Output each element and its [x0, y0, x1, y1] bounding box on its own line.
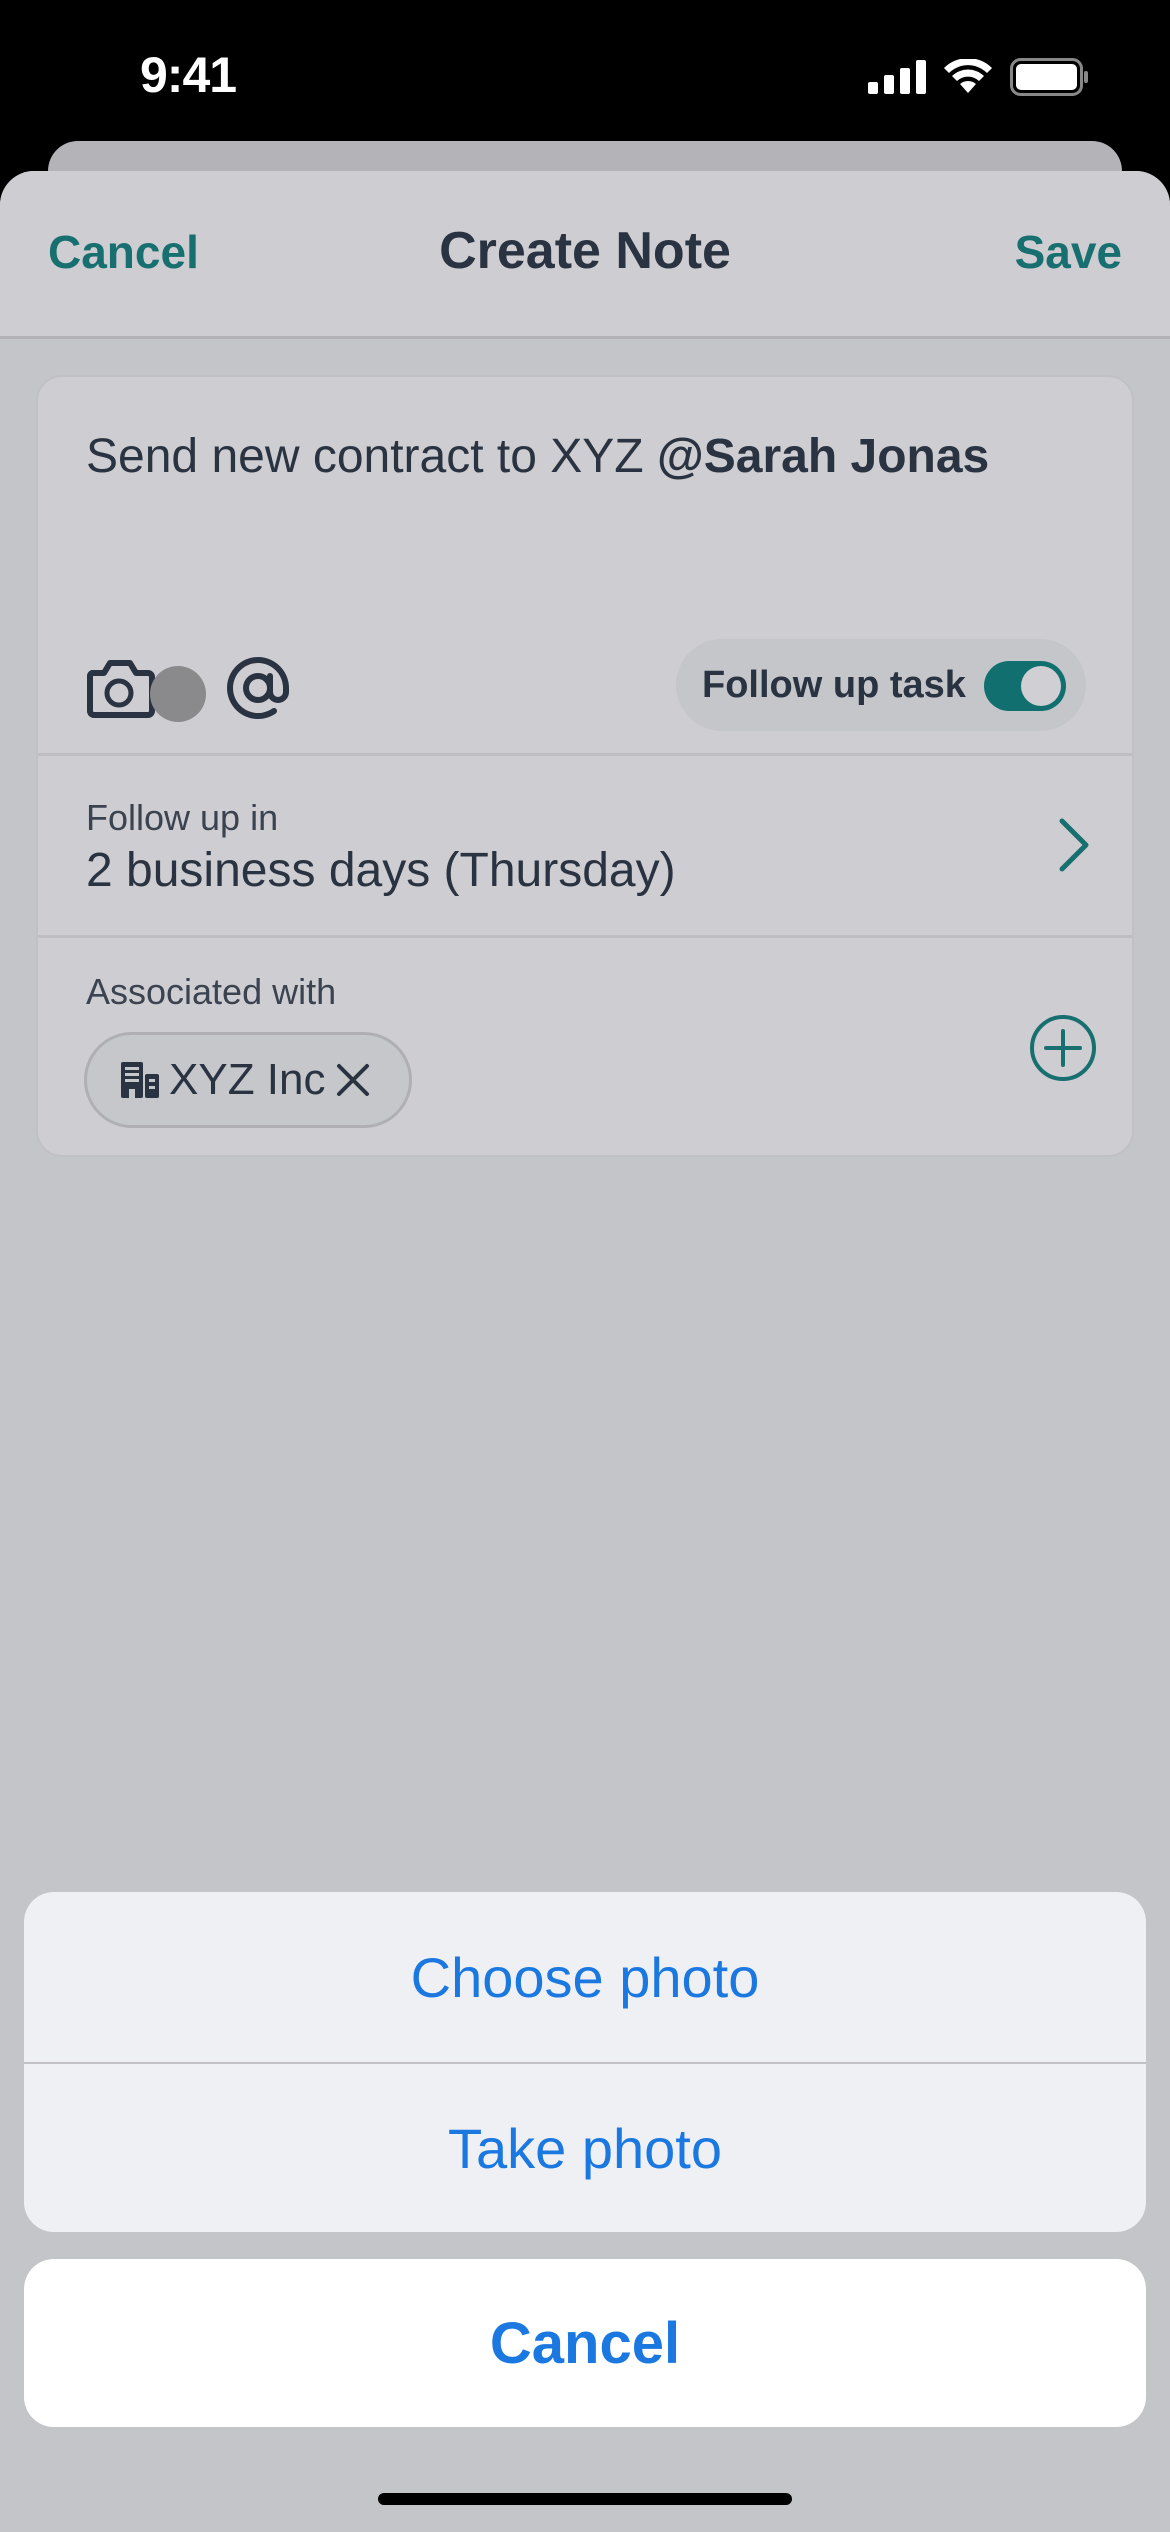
add-association-icon[interactable] — [1028, 1013, 1098, 1083]
building-icon — [121, 1062, 159, 1098]
home-indicator[interactable] — [378, 2493, 792, 2505]
at-mention-icon[interactable] — [222, 652, 294, 724]
choose-photo-button[interactable]: Choose photo — [24, 1892, 1146, 2062]
status-bar: 9:41 — [0, 0, 1170, 140]
mention-text: @Sarah Jonas — [656, 430, 990, 483]
association-chip[interactable]: XYZ Inc — [84, 1032, 412, 1128]
save-button[interactable]: Save — [1015, 225, 1122, 279]
touch-indicator — [150, 666, 206, 722]
note-card: Send new contract to XYZ @Sarah Jonas Fo… — [36, 375, 1134, 1157]
note-tools — [86, 652, 294, 724]
take-photo-button[interactable]: Take photo — [24, 2062, 1146, 2232]
follow-up-value: 2 business days (Thursday) — [86, 844, 676, 897]
status-icons — [868, 58, 1090, 96]
toggle-knob — [1021, 666, 1061, 706]
chip-label: XYZ Inc — [169, 1055, 326, 1104]
nav-bar: Cancel Create Note Save — [0, 171, 1170, 339]
action-sheet-cancel-button[interactable]: Cancel — [24, 2259, 1146, 2427]
divider — [38, 753, 1132, 756]
chevron-right-icon[interactable] — [1056, 817, 1092, 873]
page-title: Create Note — [439, 222, 731, 280]
divider — [38, 935, 1132, 938]
note-input[interactable]: Send new contract to XYZ @Sarah Jonas — [86, 429, 989, 484]
follow-up-toggle[interactable] — [984, 661, 1066, 711]
remove-chip-icon[interactable] — [336, 1063, 370, 1097]
camera-icon[interactable] — [86, 657, 156, 719]
battery-icon — [1010, 58, 1088, 96]
photo-action-sheet: Choose photo Take photo — [24, 1892, 1146, 2232]
follow-up-toggle-row[interactable]: Follow up task — [676, 639, 1086, 731]
wifi-icon — [944, 59, 992, 93]
note-body-text: Send new contract to XYZ — [86, 430, 657, 483]
status-time: 9:41 — [140, 47, 237, 103]
follow-up-toggle-label: Follow up task — [702, 663, 966, 706]
follow-up-label: Follow up in — [86, 797, 279, 838]
cellular-signal-icon — [868, 60, 926, 94]
associated-label: Associated with — [86, 971, 337, 1012]
